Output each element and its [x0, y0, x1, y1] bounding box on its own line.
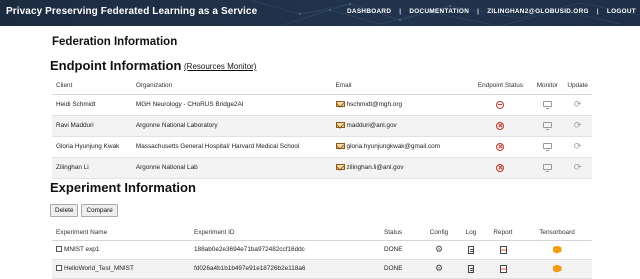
experiment-status: DONE	[380, 240, 420, 260]
mail-icon[interactable]	[335, 101, 345, 108]
resources-monitor-link[interactable]: (Resources Monitor)	[184, 62, 256, 71]
experiment-name-cell: HelloWorld_Test_MNIST	[52, 259, 190, 279]
experiment-name-cell: MNIST exp1	[52, 240, 190, 260]
nav-links: DASHBOARD | DOCUMENTATION | ZILINGHAN2@G…	[347, 8, 636, 15]
email-text[interactable]: zilinghan.li@anl.gov	[347, 164, 404, 171]
delete-button[interactable]: Delete	[50, 204, 79, 217]
nav-logout-link[interactable]: LOGOUT	[607, 8, 636, 15]
monitor-icon[interactable]	[542, 101, 552, 110]
organization-name: Argonne National Laboratory	[131, 115, 332, 137]
column-header-log: Log	[458, 226, 484, 241]
column-header-status: Status	[380, 226, 420, 241]
nav-separator: |	[477, 8, 480, 15]
client-name: Gloria Hyunjung Kwak	[52, 136, 132, 158]
email-text[interactable]: gloria.hyunjungkwak@gmail.com	[347, 143, 441, 150]
experiment-status: DONE	[380, 259, 420, 279]
federation-heading: Federation Information	[52, 36, 178, 48]
email-cell: zilinghan.li@anl.gov	[331, 157, 470, 179]
endpoint-table-header: Client Organization Email Endpoint Statu…	[52, 78, 592, 95]
organization-name: Argonne National Lab	[131, 157, 332, 179]
gear-icon[interactable]: ⚙	[435, 263, 443, 274]
endpoint-status-cell	[469, 157, 532, 179]
experiment-checkbox[interactable]	[56, 246, 62, 253]
endpoint-heading: Endpoint Information	[50, 58, 182, 73]
table-row: Ravi Madduri Argonne National Laboratory…	[52, 115, 592, 137]
experiment-table-header: Experiment Name Experiment ID Status Con…	[52, 226, 592, 241]
client-name: Ravi Madduri	[52, 115, 132, 137]
client-name: Heidi Schmidt	[52, 94, 132, 116]
email-cell: madduri@anl.gov	[331, 115, 470, 137]
report-icon[interactable]	[499, 264, 507, 273]
email-text[interactable]: madduri@anl.gov	[347, 122, 397, 129]
table-row: MNIST exp1 188ab0e2e3694e71ba972482ccf16…	[52, 240, 592, 260]
column-header-endpoint-status: Endpoint Status	[469, 78, 532, 95]
mail-icon[interactable]	[335, 164, 345, 171]
experiment-table: Experiment Name Experiment ID Status Con…	[52, 226, 592, 279]
monitor-icon[interactable]	[542, 143, 552, 152]
report-icon[interactable]	[499, 245, 507, 254]
nav-separator: |	[399, 8, 402, 15]
x-circle-icon	[496, 163, 505, 172]
experiment-checkbox[interactable]	[56, 265, 62, 272]
email-cell: gloria.hyunjungkwak@gmail.com	[331, 136, 470, 158]
column-header-tensorboard: Tensorboard	[522, 226, 592, 241]
experiment-heading: Experiment Information	[50, 180, 196, 195]
organization-name: Massachusetts General Hospital/ Harvard …	[131, 136, 332, 158]
experiment-name: MNIST exp1	[64, 246, 100, 253]
monitor-icon[interactable]	[542, 164, 552, 173]
organization-name: MGH Neurology - CHoRUS Bridge2AI	[131, 94, 332, 116]
x-circle-icon	[496, 121, 505, 130]
tensorboard-icon[interactable]	[552, 264, 562, 273]
nav-documentation-link[interactable]: DOCUMENTATION	[409, 8, 469, 15]
column-header-experiment-id: Experiment ID	[190, 226, 380, 241]
app-title[interactable]: Privacy Preserving Federated Learning as…	[6, 6, 257, 17]
log-file-icon[interactable]	[468, 245, 474, 254]
experiment-name: HelloWorld_Test_MNIST	[64, 265, 134, 272]
column-header-report: Report	[484, 226, 522, 241]
email-cell: hschmidt@mgh.org	[331, 94, 470, 116]
refresh-icon[interactable]: ⟳	[574, 100, 582, 109]
experiment-id: 188ab0e2e3694e71ba972482ccf16ddc	[190, 240, 380, 260]
endpoint-status-cell	[469, 115, 532, 137]
email-text[interactable]: hschmidt@mgh.org	[347, 101, 403, 108]
table-row: Gloria Hyunjung Kwak Massachusetts Gener…	[52, 136, 592, 158]
mail-icon[interactable]	[335, 143, 345, 150]
refresh-icon[interactable]: ⟳	[574, 121, 582, 130]
experiment-id: fd026a4b1b1b497e91e18726b2e118a6	[190, 259, 380, 279]
column-header-update: Update	[563, 78, 592, 95]
log-file-icon[interactable]	[468, 264, 474, 273]
gear-icon[interactable]: ⚙	[435, 244, 443, 255]
column-header-email: Email	[331, 78, 470, 95]
endpoint-table: Client Organization Email Endpoint Statu…	[52, 78, 592, 179]
client-name: Zilinghan Li	[52, 157, 132, 179]
refresh-icon[interactable]: ⟳	[574, 163, 582, 172]
experiment-actions: Delete Compare	[50, 204, 118, 217]
top-navbar: Privacy Preserving Federated Learning as…	[0, 0, 640, 26]
x-circle-icon	[496, 142, 505, 151]
tensorboard-icon[interactable]	[552, 245, 562, 254]
nav-user-link[interactable]: ZILINGHAN2@GLOBUSID.ORG	[487, 8, 589, 15]
nav-dashboard-link[interactable]: DASHBOARD	[347, 8, 391, 15]
endpoint-status-cell	[469, 136, 532, 158]
column-header-experiment-name: Experiment Name	[52, 226, 190, 241]
minus-circle-icon	[496, 100, 505, 109]
table-row: Zilinghan Li Argonne National Lab ziling…	[52, 157, 592, 179]
table-row: HelloWorld_Test_MNIST fd026a4b1b1b497e91…	[52, 259, 592, 279]
nav-separator: |	[596, 8, 599, 15]
endpoint-status-cell	[469, 94, 532, 116]
column-header-config: Config	[420, 226, 458, 241]
compare-button[interactable]: Compare	[81, 204, 118, 217]
column-header-client: Client	[52, 78, 132, 95]
monitor-icon[interactable]	[542, 122, 552, 131]
column-header-organization: Organization	[131, 78, 332, 95]
refresh-icon[interactable]: ⟳	[574, 142, 582, 151]
mail-icon[interactable]	[335, 122, 345, 129]
table-row: Heidi Schmidt MGH Neurology - CHoRUS Bri…	[52, 94, 592, 116]
column-header-monitor: Monitor	[531, 78, 564, 95]
